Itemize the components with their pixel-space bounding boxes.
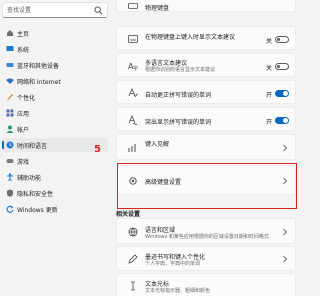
related-settings-title: 相关设置 <box>116 211 141 218</box>
sidebar-item-privacy[interactable]: 隐私和安全性 <box>2 186 108 200</box>
sidebar-item-label: 主页 <box>17 31 30 38</box>
physical-keyboard-row[interactable]: 物理键盘 <box>116 0 296 12</box>
setting-row-highlight-misspelled: 突出显示拼写错误的单词 开 <box>116 107 296 131</box>
text-suggestions-toggle[interactable] <box>275 36 289 43</box>
home-icon <box>7 30 13 36</box>
card-sublabel: 根据你识别的语言显示文本建议 <box>145 67 216 73</box>
sidebar-item-network[interactable]: 网络和 Internet <box>2 74 108 88</box>
apps-icon <box>6 109 14 117</box>
search-icon[interactable] <box>94 6 103 15</box>
bluetooth-icon <box>6 63 14 67</box>
sidebar-item-accessibility[interactable]: 辅助功能 <box>2 170 108 184</box>
sidebar-item-bluetooth[interactable]: 蓝牙和其他设备 <box>2 58 108 72</box>
system-icon <box>6 46 14 51</box>
text-cursor-icon <box>131 281 135 291</box>
time-language-icon <box>6 141 14 149</box>
card-label: 物理键盘 <box>145 5 170 12</box>
accessibility-icon <box>7 173 13 181</box>
card-label: 突出显示拼写错误的单词 <box>145 119 212 126</box>
typing-insights-icon <box>128 144 136 152</box>
multilingual-toggle[interactable] <box>275 63 289 70</box>
autocorrect-toggle[interactable] <box>275 90 289 97</box>
sidebar-item-account[interactable]: 帐户 <box>2 122 108 136</box>
chevron-right-icon <box>283 228 288 236</box>
setting-row-autocorrect: 自动更正拼写错误的单词 开 <box>116 80 296 104</box>
search-input[interactable]: 查找设置 <box>2 2 108 18</box>
sidebar-item-label: 帐户 <box>17 127 30 134</box>
card-sublabel: Windows 和某些应用根据你的区域设置日期和时间格式 <box>145 234 269 240</box>
card-sublabel: 个人字典，字典中的单词 <box>145 261 201 267</box>
sidebar-item-system[interactable]: 系统 <box>2 42 108 56</box>
sidebar-item-gaming[interactable]: 游戏 <box>2 154 108 168</box>
card-sublabel: 文本光标指示器、粗细和颜色 <box>145 288 211 294</box>
svg-text:字: 字 <box>133 65 138 71</box>
gaming-icon <box>6 159 14 163</box>
keyboard-icon <box>128 3 138 9</box>
highlight-misspelled-toggle[interactable] <box>275 117 289 124</box>
highlight-spelling-icon <box>128 115 138 125</box>
setting-row-multilingual: A字 多语言文本建议 根据你识别的语言显示文本建议 关 <box>116 53 296 77</box>
sidebar-item-label: 个性化 <box>17 95 36 102</box>
network-icon <box>6 78 14 84</box>
sidebar-item-label: 辅助功能 <box>17 175 42 182</box>
related-row-language-region[interactable]: 语言和区域 Windows 和某些应用根据你的区域设置日期和时间格式 <box>116 218 296 244</box>
sidebar-item-label: 系统 <box>17 47 30 54</box>
related-row-text-cursor[interactable]: 文本光标 文本光标指示器、粗细和颜色 <box>116 273 296 296</box>
setting-row-text-suggestions: 在物理键盘上键入时显示文本建议 关 <box>116 26 296 50</box>
sidebar-item-time-language[interactable]: 时间和语言 <box>2 138 108 152</box>
globe-icon <box>128 227 138 237</box>
sidebar-item-home[interactable]: 主页 <box>2 26 108 40</box>
setting-row-typing-insights[interactable]: 键入见解 <box>116 134 296 160</box>
keyboard-suggestion-icon <box>128 35 138 43</box>
toggle-state-text: 开 <box>265 119 272 126</box>
sidebar-item-label: 时间和语言 <box>17 143 48 150</box>
chevron-right-icon <box>283 144 288 152</box>
card-label: 自动更正拼写错误的单词 <box>145 92 212 99</box>
card-label: 在物理键盘上键入时显示文本建议 <box>145 34 236 41</box>
account-icon <box>6 125 14 133</box>
toggle-state-text: 关 <box>265 38 272 45</box>
sidebar-item-apps[interactable]: 应用 <box>2 106 108 120</box>
sidebar-item-label: 应用 <box>17 111 30 118</box>
personalization-icon <box>7 94 13 100</box>
spellcheck-icon <box>128 88 138 98</box>
sidebar-item-label: 隐私和安全性 <box>17 191 54 198</box>
sidebar-item-windows-update[interactable]: Windows 更新 <box>2 202 108 216</box>
toggle-state-text: 开 <box>265 92 272 99</box>
sidebar-item-personalization[interactable]: 个性化 <box>2 90 108 104</box>
pen-icon <box>128 254 138 264</box>
chevron-right-icon <box>283 255 288 263</box>
language-icon: A字 <box>128 62 138 71</box>
sidebar-item-label: 游戏 <box>17 159 30 166</box>
sidebar-item-label: 网络和 Internet <box>17 79 61 86</box>
sidebar-item-label: Windows 更新 <box>17 207 58 214</box>
sidebar-item-label: 蓝牙和其他设备 <box>17 63 60 70</box>
search-placeholder: 查找设置 <box>7 7 32 14</box>
windows-update-icon <box>6 205 14 213</box>
shield-icon <box>7 189 13 197</box>
highlight-box <box>117 163 297 209</box>
card-label: 键入见解 <box>145 141 170 148</box>
step-number: 5 <box>94 144 101 155</box>
toggle-state-text: 关 <box>265 65 272 72</box>
related-row-inking-typing[interactable]: 墨迹书写和键入个性化 个人字典，字典中的单词 <box>116 246 296 271</box>
